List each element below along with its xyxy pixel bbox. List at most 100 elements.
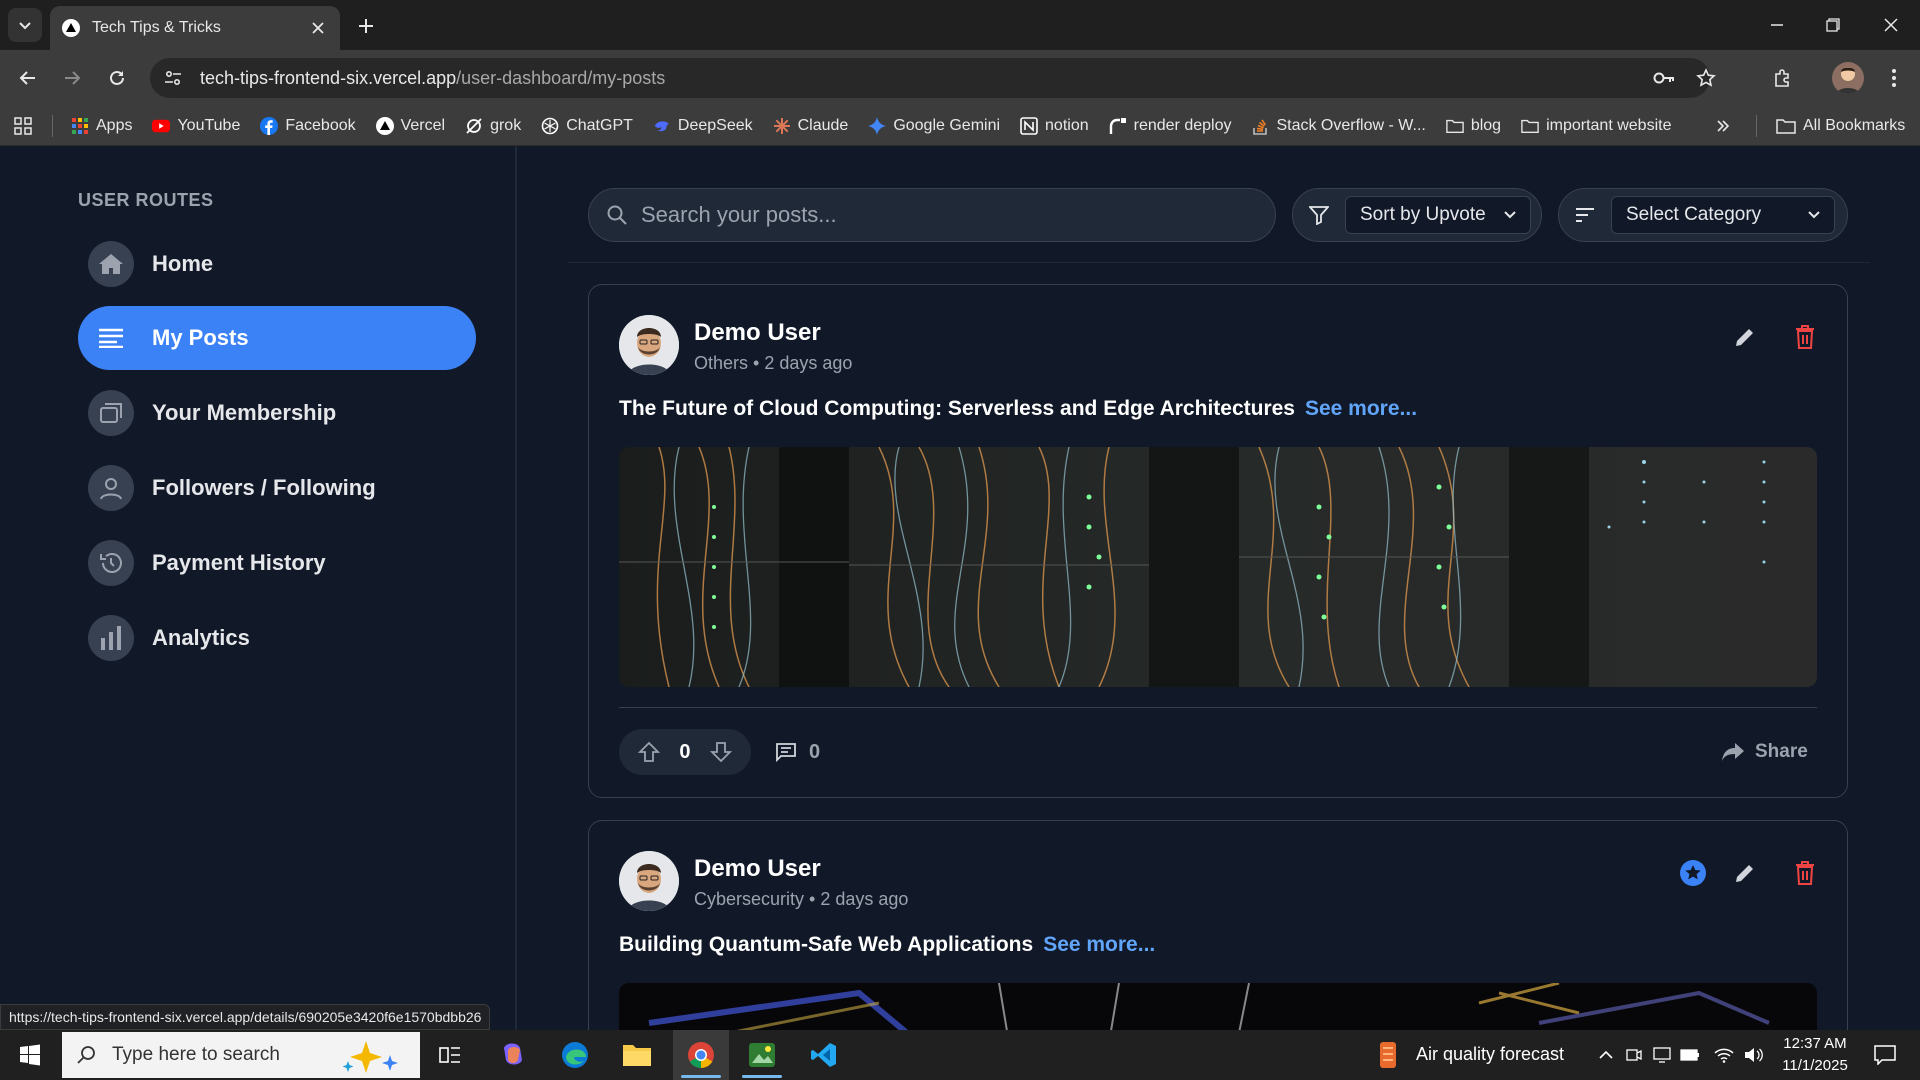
author-avatar[interactable] [619,315,679,375]
category-select[interactable]: Select Category [1611,196,1835,234]
author-name[interactable]: Demo User [694,855,821,883]
puzzle-icon [1775,69,1789,87]
volume-icon[interactable] [1740,1030,1768,1080]
search-input[interactable] [641,202,1241,228]
back-button[interactable] [14,64,42,92]
sidebar-item-analytics[interactable]: Analytics [78,606,476,670]
sidebar-item-followers[interactable]: Followers / Following [78,456,476,520]
notifications-button[interactable] [1860,1030,1910,1080]
sidebar-item-payment-history[interactable]: Payment History [78,531,476,595]
weather-widget-icon[interactable] [1370,1030,1406,1080]
password-key-icon[interactable] [1650,64,1678,92]
trash-icon [1796,861,1814,885]
post-image[interactable] [619,983,1817,1030]
delete-post-button[interactable] [1787,319,1823,355]
tray-overflow-chevron-icon[interactable] [1590,1030,1622,1080]
tab-search-button[interactable] [8,8,42,42]
new-tab-button[interactable] [352,12,380,40]
display-icon[interactable] [1648,1030,1676,1080]
pencil-icon [1736,329,1753,346]
tab-close-icon[interactable] [308,18,328,38]
bookmark-chatgpt[interactable]: ChatGPT [541,117,633,135]
sidebar-item-label: My Posts [152,325,249,350]
sort-select[interactable]: Sort by Upvote [1345,196,1531,234]
post-image[interactable] [619,447,1817,687]
comments-button[interactable]: 0 [775,734,820,770]
meet-now-icon[interactable] [1620,1030,1648,1080]
forward-button[interactable] [58,64,86,92]
taskbar-image-app[interactable] [734,1030,790,1080]
bookmark-important-website[interactable]: important website [1521,117,1671,135]
home-icon [88,241,134,287]
bookmark-stack-overflow-w[interactable]: Stack Overflow - W... [1251,117,1426,135]
taskbar-edge-app[interactable] [547,1030,603,1080]
url-text[interactable]: tech-tips-frontend-six.vercel.app/user-d… [200,68,665,89]
image-editor-icon [749,1043,775,1067]
bookmark-render-deploy[interactable]: render deploy [1109,117,1231,135]
sidebar-item-my-posts[interactable]: My Posts [78,306,476,370]
chrome-menu-button[interactable] [1880,64,1908,92]
bookmark-youtube[interactable]: YouTube [152,117,240,135]
task-view-button[interactable] [422,1030,478,1080]
post-card: Demo User Cybersecurity • 2 days ago Bui… [588,820,1848,1030]
sidebar-item-membership[interactable]: Your Membership [78,381,476,445]
deepseek-icon [653,117,671,135]
battery-icon[interactable] [1676,1030,1704,1080]
upvote-button[interactable] [638,741,661,763]
taskbar-clock[interactable]: 12:37 AM 11/1/2025 [1770,1033,1860,1077]
see-more-link[interactable]: See more... [1305,397,1417,420]
post-title[interactable]: The Future of Cloud Computing: Serverles… [619,397,1417,421]
post-meta: Cybersecurity • 2 days ago [694,889,909,909]
taskbar-search[interactable]: Type here to search [62,1032,420,1078]
extensions-button[interactable] [1768,64,1796,92]
browser-tab[interactable]: Tech Tips & Tricks [50,6,340,50]
bookmark-google-gemini[interactable]: Google Gemini [868,116,1000,135]
start-button[interactable] [2,1030,58,1080]
copilot-sparkle-icon [342,1041,398,1073]
user-icon [88,465,134,511]
site-settings-icon[interactable] [164,69,182,87]
bookmark-grok[interactable]: grok [465,117,521,135]
bookmark-notion[interactable]: notion [1020,117,1089,135]
address-bar[interactable]: tech-tips-frontend-six.vercel.app/user-d… [150,58,1716,98]
apps-launcher-button[interactable] [14,116,32,135]
minimize-button[interactable] [1762,10,1792,40]
bookmark-claude[interactable]: Claude [773,117,848,135]
see-more-link[interactable]: See more... [1043,933,1155,956]
bookmark-separator [52,114,53,137]
taskbar-vscode-app[interactable] [796,1030,852,1080]
weather-widget-text[interactable]: Air quality forecast [1416,1044,1564,1065]
bookmark-star-icon[interactable] [1692,64,1720,92]
wifi-icon[interactable] [1710,1030,1738,1080]
bookmark-apps[interactable]: Apps [71,117,132,135]
bookmark-blog[interactable]: blog [1446,117,1501,135]
taskbar-copilot-app[interactable] [485,1030,541,1080]
more-bookmarks-chevron-icon[interactable] [1716,119,1730,133]
close-window-button[interactable] [1876,10,1906,40]
more-vert-icon [1892,69,1896,87]
taskbar-chrome-app[interactable] [673,1030,729,1080]
reload-button[interactable] [103,64,131,92]
sidebar-item-home[interactable]: Home [78,232,476,296]
premium-star-icon [1680,860,1706,886]
copilot-icon [504,1043,522,1065]
profile-avatar[interactable] [1832,62,1864,94]
search-bar[interactable] [588,188,1276,242]
delete-post-button[interactable] [1787,855,1823,891]
post-card: Demo User Others • 2 days ago The Future… [588,284,1848,798]
restore-button[interactable] [1818,10,1848,40]
bookmark-deepseek[interactable]: DeepSeek [653,117,753,135]
edit-post-button[interactable] [1727,855,1763,891]
taskbar-file-explorer-app[interactable] [609,1030,665,1080]
post-title[interactable]: Building Quantum-Safe Web Applications Se… [619,933,1155,957]
edit-post-button[interactable] [1727,319,1763,355]
bookmark-facebook[interactable]: Facebook [260,116,356,135]
downvote-button[interactable] [709,741,732,763]
share-button[interactable]: Share [1721,734,1808,770]
all-bookmarks-button[interactable]: All Bookmarks [1776,117,1905,135]
author-avatar[interactable] [619,851,679,911]
claude-icon [773,117,791,135]
bookmark-vercel[interactable]: Vercel [375,116,445,135]
trash-icon [1796,325,1814,349]
author-name[interactable]: Demo User [694,319,821,347]
